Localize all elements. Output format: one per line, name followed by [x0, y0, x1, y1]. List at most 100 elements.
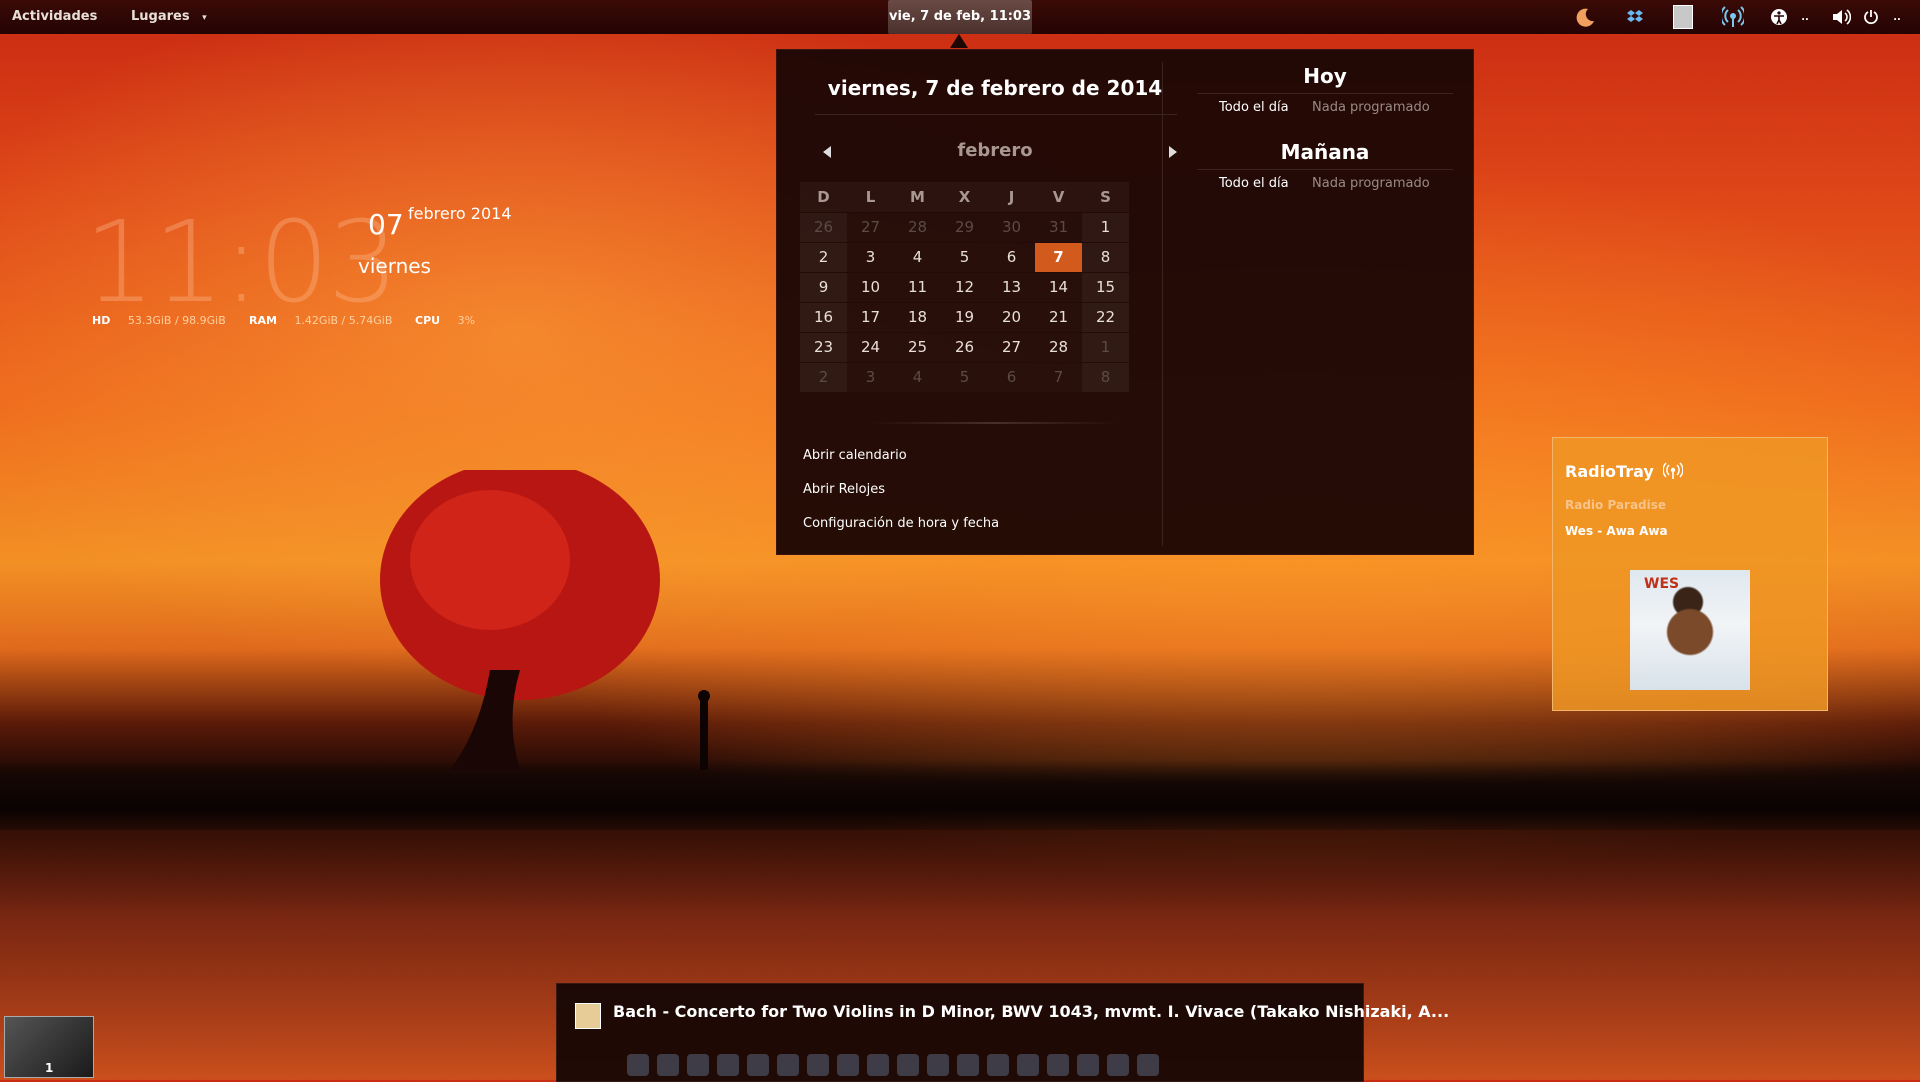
calendar-day[interactable]: 18 — [894, 303, 941, 332]
popup-pointer — [950, 34, 968, 48]
calendar-day[interactable]: 19 — [941, 303, 988, 332]
desktop-clock-time: 11:03 — [84, 198, 399, 328]
hd-value: 53.3GiB / 98.9GiB — [127, 314, 226, 327]
places-menu[interactable]: Lugares ▾ — [131, 0, 207, 34]
divider — [815, 114, 1177, 115]
calendar-day[interactable]: 25 — [894, 333, 941, 362]
calendar-day[interactable]: 4 — [894, 243, 941, 272]
calendar-day[interactable]: 22 — [1082, 303, 1129, 332]
dropbox-icon[interactable] — [1624, 6, 1646, 28]
hd-label: HD — [92, 314, 111, 327]
calendar-day[interactable]: 8 — [1082, 243, 1129, 272]
divider — [1197, 169, 1453, 170]
calendar-day-today[interactable]: 7 — [1035, 243, 1082, 272]
volume-icon[interactable] — [1830, 6, 1852, 28]
weekday-header: M — [894, 182, 941, 212]
calendar-day[interactable]: 15 — [1082, 273, 1129, 302]
user-icon[interactable] — [1672, 5, 1694, 29]
calendar-day[interactable]: 4 — [894, 363, 941, 392]
calendar-day[interactable]: 12 — [941, 273, 988, 302]
month-navigation: febrero — [797, 140, 1193, 166]
divider — [869, 422, 1119, 424]
calendar-day[interactable]: 5 — [941, 243, 988, 272]
divider — [1197, 93, 1453, 94]
workspace-thumbnail[interactable]: 1 — [4, 1016, 94, 1078]
clock-button[interactable]: vie, 7 de feb, 11:03 — [888, 0, 1032, 34]
calendar-day[interactable]: 28 — [1035, 333, 1082, 362]
radiotray-title-text: RadioTray — [1565, 462, 1654, 481]
calendar-day[interactable]: 3 — [847, 243, 894, 272]
calendar-day[interactable]: 27 — [988, 333, 1035, 362]
today-heading: Hoy — [1303, 64, 1347, 88]
calendar-day[interactable]: 6 — [988, 363, 1035, 392]
calendar-day[interactable]: 2 — [800, 243, 847, 272]
weekday-header: X — [941, 182, 988, 212]
workspace-number: 1 — [45, 1061, 54, 1075]
calendar-day[interactable]: 20 — [988, 303, 1035, 332]
calendar-day[interactable]: 21 — [1035, 303, 1082, 332]
calendar-day[interactable]: 23 — [800, 333, 847, 362]
moon-icon[interactable] — [1574, 6, 1596, 28]
overflow-icon[interactable]: .. — [1886, 6, 1908, 28]
no-events-label: Nada programado — [1312, 176, 1430, 191]
calendar-day[interactable]: 27 — [847, 213, 894, 242]
datetime-settings-link[interactable]: Configuración de hora y fecha — [803, 516, 999, 531]
open-clocks-link[interactable]: Abrir Relojes — [803, 482, 885, 497]
calendar-day[interactable]: 16 — [800, 303, 847, 332]
ram-value: 1.42GiB / 5.74GiB — [294, 314, 393, 327]
tree-illustration — [380, 470, 710, 770]
calendar-day[interactable]: 1 — [1082, 213, 1129, 242]
calendar-day[interactable]: 6 — [988, 243, 1035, 272]
calendar-day[interactable]: 31 — [1035, 213, 1082, 242]
calendar-day[interactable]: 26 — [941, 333, 988, 362]
activities-button[interactable]: Actividades — [12, 0, 97, 34]
calendar-day[interactable]: 1 — [1082, 333, 1129, 362]
week-row: 2 3 4 5 6 7 8 — [800, 243, 1130, 273]
desktop-clock-day: 07 — [368, 208, 404, 241]
notification-text: Bach - Concerto for Two Violins in D Min… — [613, 1002, 1450, 1021]
calendar-day[interactable]: 14 — [1035, 273, 1082, 302]
all-day-label: Todo el día — [1219, 176, 1289, 191]
calendar-day[interactable]: 17 — [847, 303, 894, 332]
open-calendar-link[interactable]: Abrir calendario — [803, 448, 907, 463]
calendar-day[interactable]: 8 — [1082, 363, 1129, 392]
calendar-day[interactable]: 29 — [941, 213, 988, 242]
radio-icon[interactable] — [1722, 6, 1744, 28]
music-notification[interactable]: Bach - Concerto for Two Violins in D Min… — [556, 983, 1449, 1082]
week-row: 26 27 28 29 30 31 1 — [800, 213, 1130, 243]
calendar-day[interactable]: 30 — [988, 213, 1035, 242]
calendar-day[interactable]: 2 — [800, 363, 847, 392]
weekday-header: V — [1035, 182, 1082, 212]
calendar-popup: viernes, 7 de febrero de 2014 febrero D … — [776, 49, 1474, 555]
power-icon[interactable] — [1860, 6, 1882, 28]
weekday-header: S — [1082, 182, 1129, 212]
week-row: 23 24 25 26 27 28 1 — [800, 333, 1130, 363]
more-icon[interactable]: .. — [1794, 6, 1816, 28]
radiotray-title: RadioTray — [1565, 462, 1685, 481]
accessibility-icon[interactable] — [1768, 6, 1790, 28]
calendar-grid: D L M X J V S 26 27 28 29 30 31 1 2 3 4 … — [800, 182, 1130, 393]
week-row: 2 3 4 5 6 7 8 — [800, 363, 1130, 393]
calendar-day[interactable]: 28 — [894, 213, 941, 242]
antenna-icon — [1662, 462, 1685, 479]
radio-song: Wes - Awa Awa — [1565, 524, 1668, 538]
cpu-value: 3% — [457, 314, 476, 327]
calendar-day[interactable]: 24 — [847, 333, 894, 362]
chevron-down-icon: ▾ — [202, 13, 207, 23]
next-month-icon[interactable] — [1169, 146, 1177, 158]
calendar-day[interactable]: 11 — [894, 273, 941, 302]
calendar-day[interactable]: 26 — [800, 213, 847, 242]
week-row: 16 17 18 19 20 21 22 — [800, 303, 1130, 333]
calendar-day[interactable]: 9 — [800, 273, 847, 302]
calendar-day[interactable]: 10 — [847, 273, 894, 302]
calendar-day[interactable]: 13 — [988, 273, 1035, 302]
top-panel: Actividades Lugares ▾ vie, 7 de feb, 11:… — [0, 0, 1920, 34]
calendar-day[interactable]: 5 — [941, 363, 988, 392]
radiotray-widget[interactable]: RadioTray Radio Paradise Wes - Awa Awa W… — [1552, 437, 1828, 711]
month-label: febrero — [957, 140, 1033, 161]
calendar-day[interactable]: 3 — [847, 363, 894, 392]
calendar-day[interactable]: 7 — [1035, 363, 1082, 392]
ram-stat: RAM 1.42GiB / 5.74GiB — [249, 314, 392, 327]
desktop-clock-month-year: febrero 2014 — [408, 204, 512, 223]
no-events-label: Nada programado — [1312, 100, 1430, 115]
